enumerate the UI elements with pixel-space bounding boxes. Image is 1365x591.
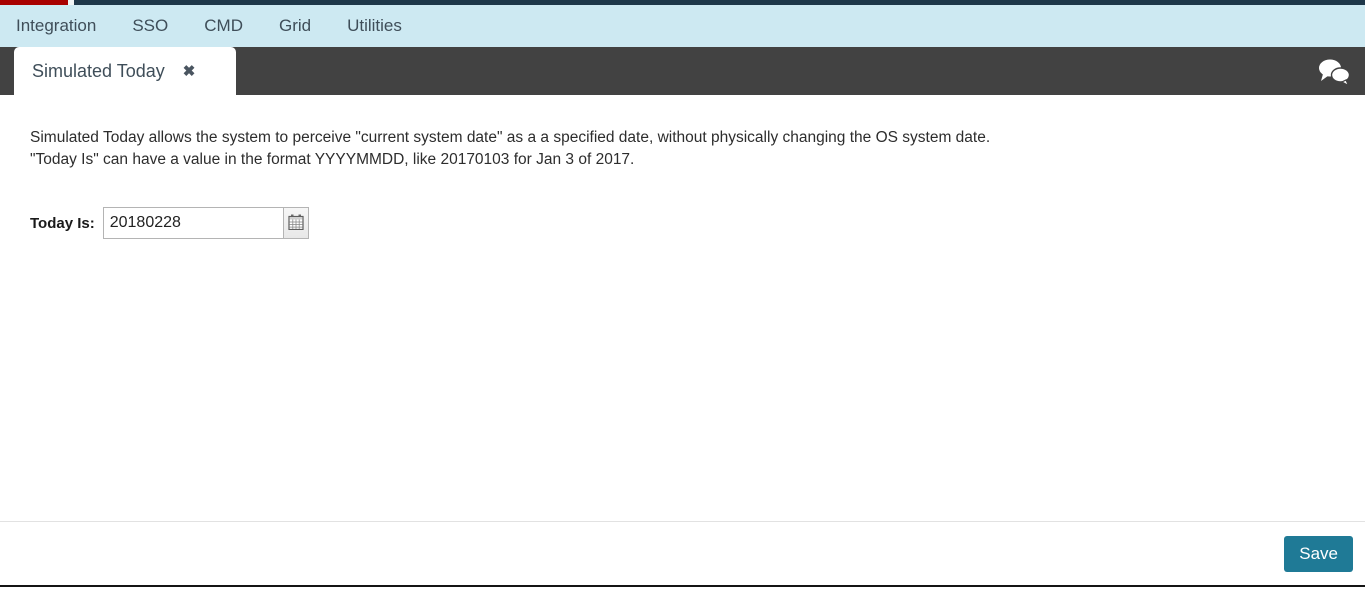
bottom-rule xyxy=(0,585,1365,587)
menu-item-sso[interactable]: SSO xyxy=(114,5,186,47)
calendar-icon xyxy=(288,214,304,233)
tab-bar: Simulated Today ✖ xyxy=(0,47,1365,95)
footer-bar: Save xyxy=(0,521,1365,586)
description-line-1: Simulated Today allows the system to per… xyxy=(30,129,991,146)
menu-item-grid[interactable]: Grid xyxy=(261,5,329,47)
tab-label: Simulated Today xyxy=(32,60,165,81)
tab-simulated-today[interactable]: Simulated Today ✖ xyxy=(14,47,236,95)
calendar-picker-button[interactable] xyxy=(282,207,309,239)
menu-item-cmd[interactable]: CMD xyxy=(186,5,261,47)
description-line-2: "Today Is" can have a value in the forma… xyxy=(30,151,635,168)
today-is-field-row: Today Is: xyxy=(30,207,309,239)
today-is-label: Today Is: xyxy=(30,214,95,232)
main-menu-bar: Integration SSO CMD Grid Utilities xyxy=(0,5,1365,47)
content-area: Simulated Today allows the system to per… xyxy=(0,95,1365,521)
chat-bubbles-icon[interactable] xyxy=(1313,56,1353,88)
menu-item-utilities[interactable]: Utilities xyxy=(329,5,420,47)
description-text: Simulated Today allows the system to per… xyxy=(30,127,990,171)
today-is-input[interactable] xyxy=(102,207,283,239)
tab-close-icon[interactable]: ✖ xyxy=(183,64,196,79)
save-button[interactable]: Save xyxy=(1284,536,1353,572)
menu-item-integration[interactable]: Integration xyxy=(0,5,114,47)
